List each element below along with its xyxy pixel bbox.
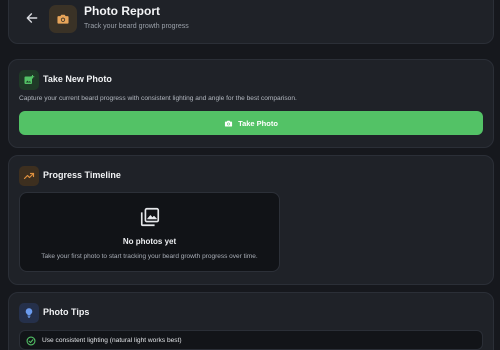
timeline-empty-state: No photos yet Take your first photo to s…	[19, 192, 280, 272]
take-photo-button-label: Take Photo	[238, 118, 278, 128]
trending-up-icon	[23, 172, 35, 180]
take-photo-title: Take New Photo	[43, 74, 112, 84]
tips-badge	[19, 303, 39, 323]
timeline-title: Progress Timeline	[43, 170, 121, 180]
back-button[interactable]	[25, 11, 41, 27]
header-camera-badge	[49, 5, 77, 33]
arrow-left-icon	[26, 13, 38, 23]
photo-library-icon	[139, 206, 161, 233]
empty-state-description: Take your first photo to start tracking …	[41, 253, 258, 260]
tips-title: Photo Tips	[43, 307, 90, 317]
camera-icon	[225, 120, 233, 126]
app-header: Photo Report Track your beard growth pro…	[8, 0, 494, 44]
check-circle-icon	[26, 336, 36, 346]
camera-icon	[57, 14, 69, 24]
take-photo-card: Take New Photo Capture your current bear…	[8, 59, 494, 148]
take-photo-button[interactable]: Take Photo	[19, 111, 483, 135]
tip-item: Use consistent lighting (natural light w…	[19, 330, 483, 350]
take-photo-description: Capture your current beard progress with…	[19, 95, 297, 102]
take-photo-badge	[19, 70, 39, 90]
photo-tips-card: Photo Tips Use consistent lighting (natu…	[8, 292, 494, 350]
lightbulb-icon	[25, 308, 33, 318]
page-subtitle: Track your beard growth progress	[84, 23, 189, 30]
empty-state-title: No photos yet	[122, 237, 177, 246]
add-photo-icon	[24, 75, 35, 84]
timeline-badge	[19, 166, 39, 186]
tip-item-text: Use consistent lighting (natural light w…	[42, 337, 182, 344]
progress-timeline-card: Progress Timeline No photos yet Take you…	[8, 155, 494, 285]
page-title: Photo Report	[84, 4, 160, 18]
